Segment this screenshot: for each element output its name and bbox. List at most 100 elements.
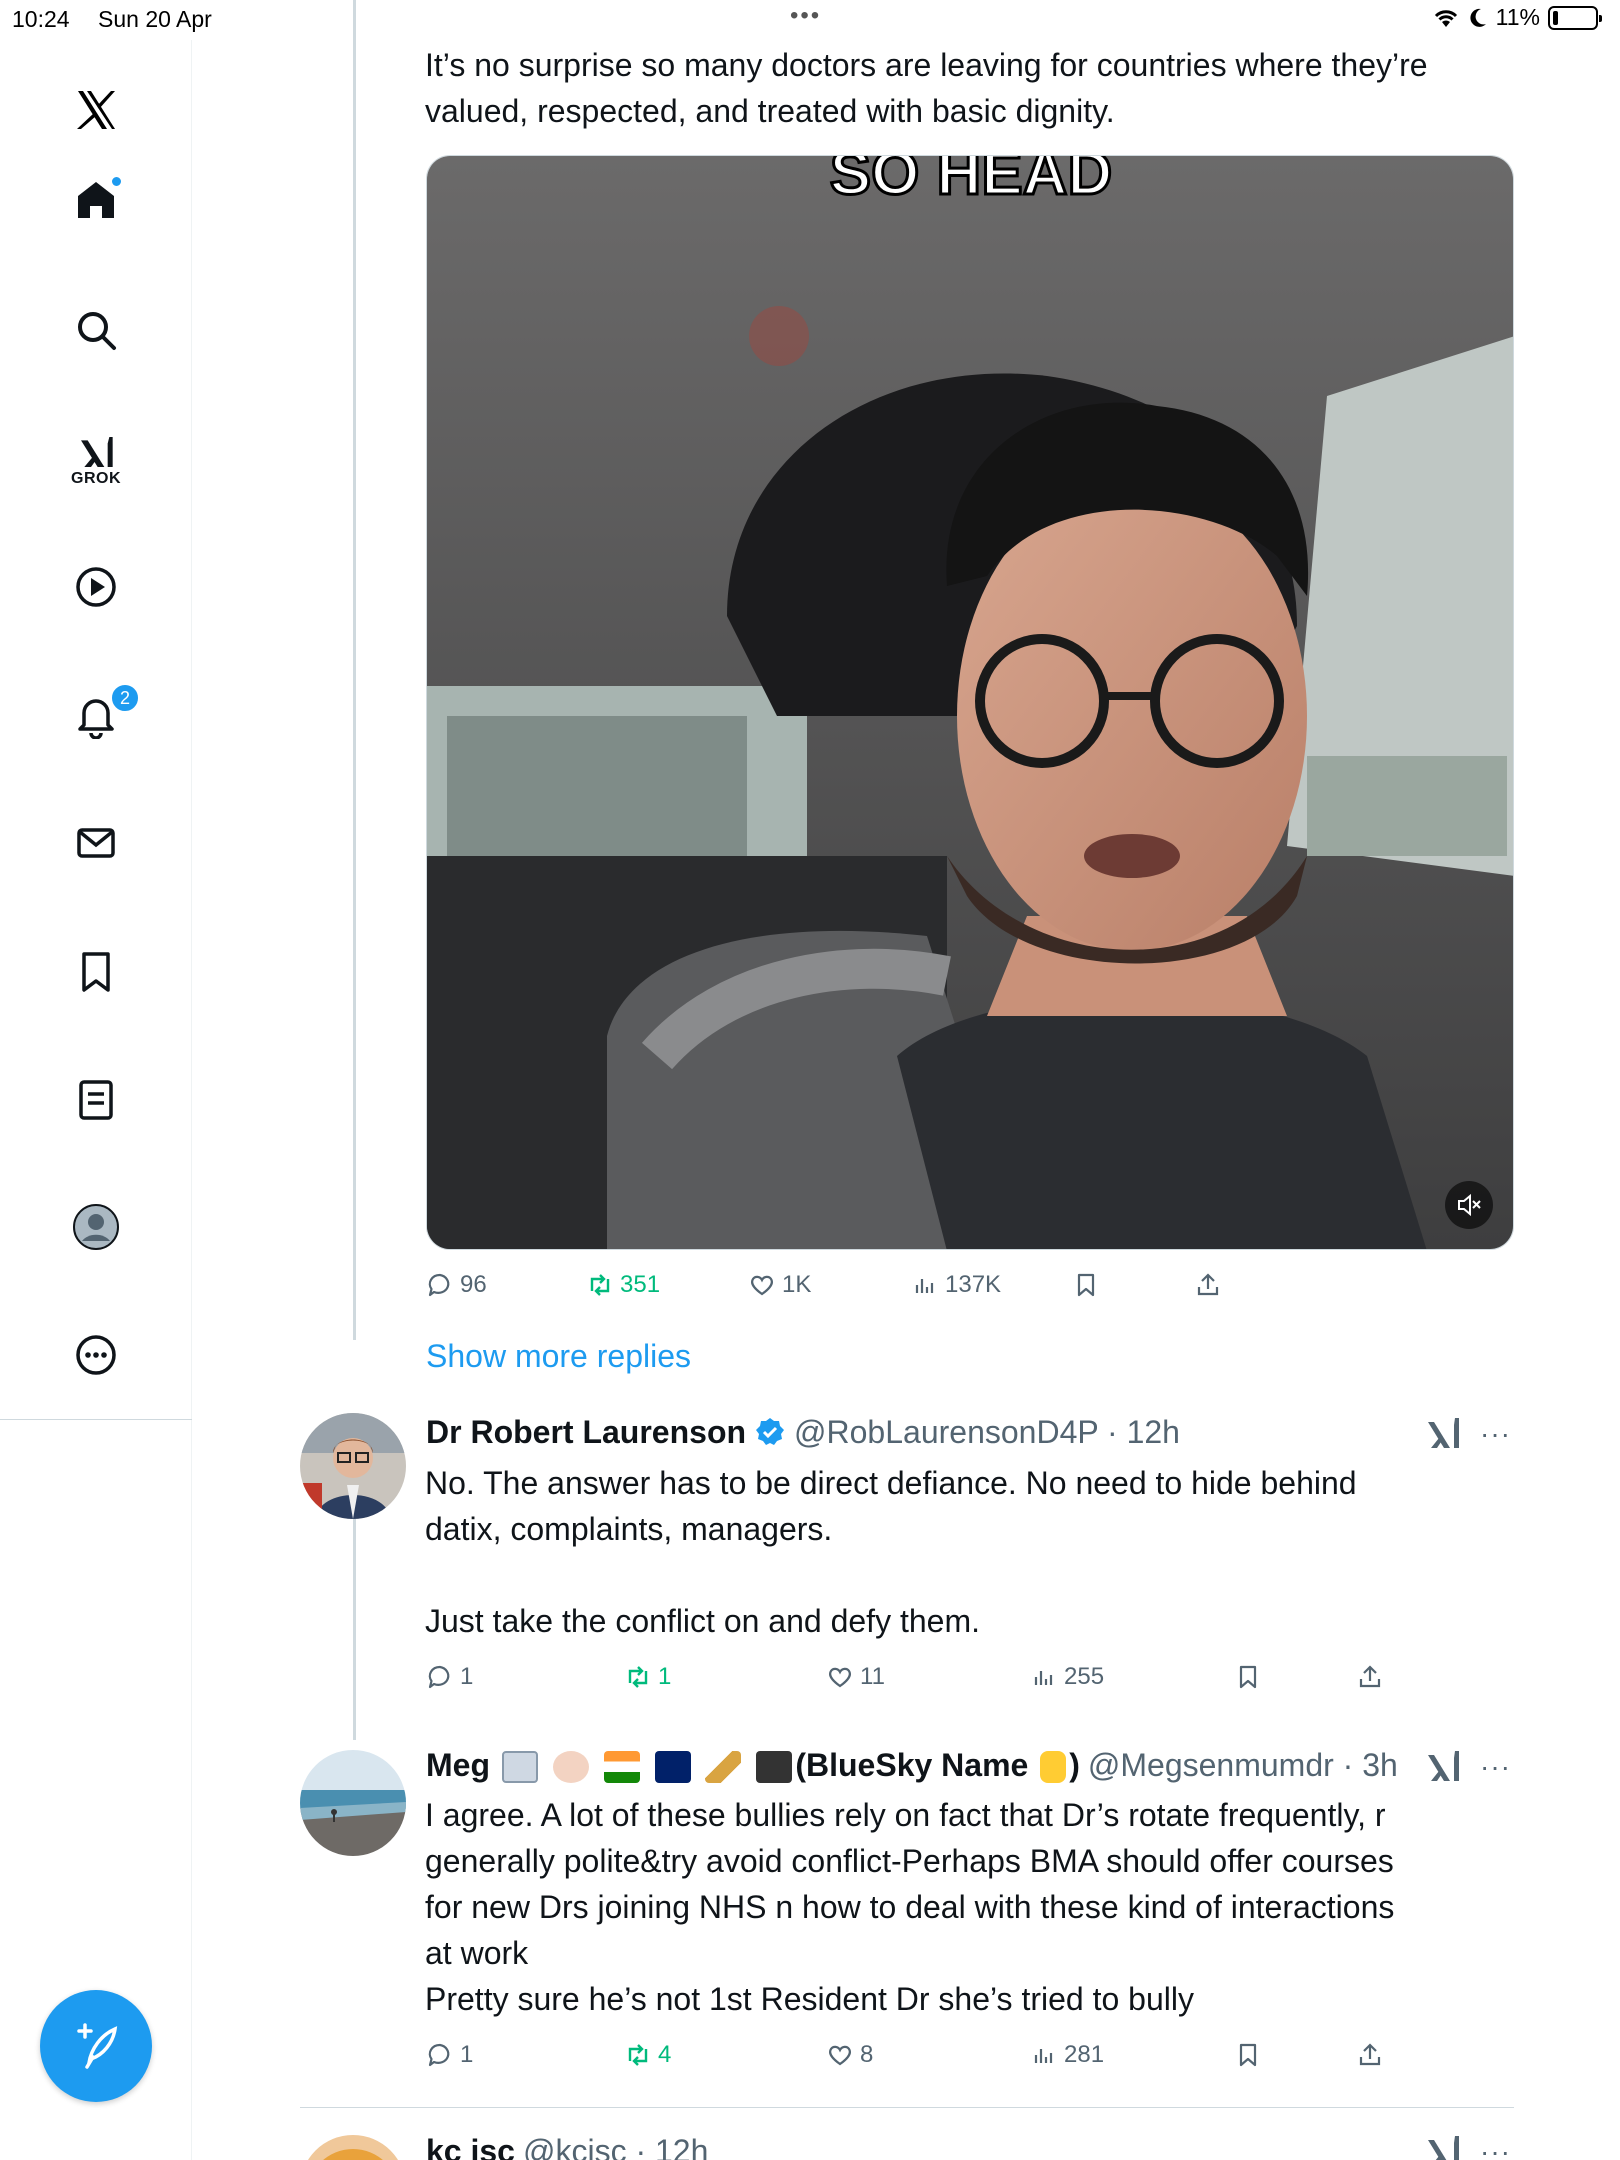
lists-icon[interactable] bbox=[56, 1060, 136, 1140]
moon-icon bbox=[1470, 8, 1486, 27]
author-handle-time[interactable]: @kcisc · 12h bbox=[523, 2133, 708, 2160]
reply-text: No. The answer has to be direct defiance… bbox=[425, 1465, 1357, 1639]
search-icon[interactable] bbox=[56, 290, 136, 370]
post-more-options-icon[interactable]: ··· bbox=[1480, 2136, 1511, 2160]
avatar-photo bbox=[300, 1413, 406, 1519]
reply-button[interactable]: 1 bbox=[426, 2035, 473, 2075]
grok-icon[interactable]: GROK bbox=[56, 420, 136, 500]
tweet-video[interactable]: SO HEAD bbox=[426, 155, 1514, 1250]
mute-toggle[interactable] bbox=[1445, 1181, 1493, 1229]
reply-header: Meg (BlueSky Name ) @Megsenmumdr · 3h bbox=[426, 1742, 1398, 1788]
like-button[interactable]: 11 bbox=[826, 1657, 885, 1697]
retweet-button[interactable]: 4 bbox=[624, 2035, 671, 2075]
post-divider bbox=[300, 2107, 1514, 2108]
avatar[interactable] bbox=[300, 2135, 406, 2160]
bookmark-icon bbox=[1239, 1665, 1257, 1689]
avatar[interactable] bbox=[300, 1750, 406, 1856]
bookmarks-icon[interactable] bbox=[56, 932, 136, 1012]
bookmark-icon bbox=[1239, 2043, 1257, 2067]
india-flag-icon bbox=[603, 1751, 640, 1784]
verified-badge-icon bbox=[756, 1418, 785, 1445]
like-count: 8 bbox=[860, 2041, 874, 2068]
speaker-muted-icon bbox=[1458, 1193, 1481, 1217]
home-new-dot bbox=[110, 175, 123, 188]
avatar[interactable] bbox=[300, 1413, 406, 1519]
reply-text: I agree. A lot of these bullies rely on … bbox=[425, 1797, 1395, 2017]
battery-icon bbox=[1548, 5, 1602, 30]
profile-avatar-icon[interactable] bbox=[56, 1187, 136, 1267]
post-more-options-icon[interactable]: ··· bbox=[1480, 1418, 1511, 1450]
reply-bubble-icon bbox=[428, 1665, 450, 1689]
views-chart-icon bbox=[915, 1279, 934, 1293]
bookmark-button[interactable] bbox=[1234, 2035, 1262, 2075]
woman-health-worker-emoji-icon bbox=[552, 1751, 589, 1784]
retweet-button[interactable]: 1 bbox=[624, 1657, 671, 1697]
multitasking-dots-icon[interactable]: ••• bbox=[790, 2, 821, 30]
reply-header: Dr Robert Laurenson @RobLaurensonD4P · 1… bbox=[426, 1409, 1180, 1455]
pointing-down-emoji-icon bbox=[1040, 1751, 1067, 1784]
grok-explain-icon[interactable] bbox=[1424, 2132, 1462, 2160]
avatar-photo bbox=[300, 2135, 406, 2160]
show-more-replies-link[interactable]: Show more replies bbox=[426, 1338, 691, 1375]
wifi-icon bbox=[1434, 9, 1457, 27]
retweet-icon bbox=[628, 2044, 648, 2066]
author-name[interactable]: Dr Robert Laurenson bbox=[426, 1414, 746, 1451]
bookmark-button[interactable] bbox=[1072, 1265, 1100, 1305]
status-time: 10:24 bbox=[12, 6, 70, 32]
compose-post-button[interactable] bbox=[40, 1990, 152, 2102]
reply-count: 1 bbox=[460, 2041, 474, 2068]
retweet-button[interactable]: 351 bbox=[586, 1265, 660, 1305]
video-frame: SO HEAD bbox=[427, 156, 1513, 1249]
reply-bubble-icon bbox=[428, 1273, 450, 1297]
share-button[interactable] bbox=[1356, 2035, 1384, 2075]
author-handle-time[interactable]: @Megsenmumdr · 3h bbox=[1088, 1747, 1398, 1784]
share-button[interactable] bbox=[1194, 1265, 1222, 1305]
views-button[interactable]: 137K bbox=[911, 1265, 1001, 1305]
avatar-photo bbox=[300, 1750, 406, 1856]
views-button[interactable]: 281 bbox=[1030, 2035, 1104, 2075]
bookmark-button[interactable] bbox=[1234, 1657, 1262, 1697]
share-button[interactable] bbox=[1356, 1657, 1384, 1697]
views-button[interactable]: 255 bbox=[1030, 1657, 1104, 1697]
reply-count: 96 bbox=[460, 1271, 487, 1298]
grok-explain-icon[interactable] bbox=[1424, 1414, 1462, 1452]
home-icon[interactable] bbox=[56, 160, 136, 240]
like-button[interactable]: 8 bbox=[826, 2035, 873, 2075]
tweet-text: It’s no surprise so many doctors are lea… bbox=[425, 47, 1428, 129]
thread-connector-line bbox=[353, 1505, 356, 1740]
cricket-emoji-icon bbox=[705, 1751, 742, 1784]
reply-button[interactable]: 1 bbox=[426, 1657, 473, 1697]
author-name[interactable]: kc isc bbox=[426, 2133, 515, 2160]
retweet-count: 1 bbox=[658, 1663, 672, 1690]
view-count: 137K bbox=[945, 1271, 1002, 1298]
messages-envelope-icon[interactable] bbox=[56, 803, 136, 883]
like-count: 11 bbox=[860, 1663, 885, 1690]
grok-label: GROK bbox=[71, 470, 121, 487]
like-button[interactable]: 1K bbox=[748, 1265, 811, 1305]
sidebar: GROK 2 bbox=[0, 40, 192, 1420]
notifications-bell-icon[interactable]: 2 bbox=[56, 675, 140, 755]
author-name[interactable]: Meg (BlueSky Name ) bbox=[426, 1747, 1080, 1784]
x-logo-icon[interactable] bbox=[56, 70, 136, 150]
tweet-actions: 96 351 1K 137K bbox=[426, 1265, 1526, 1305]
more-options-icon[interactable] bbox=[56, 1315, 136, 1395]
thread-connector-line bbox=[353, 0, 356, 1340]
retweet-icon bbox=[590, 1274, 610, 1296]
like-count: 1K bbox=[782, 1271, 812, 1298]
retweet-count: 351 bbox=[620, 1271, 661, 1298]
reply-actions: 1 1 11 255 bbox=[426, 1657, 1526, 1697]
status-bar: 10:24 Sun 20 Apr ••• 11% bbox=[0, 0, 1620, 40]
author-handle-time[interactable]: @RobLaurensonD4P · 12h bbox=[794, 1414, 1180, 1451]
heart-icon bbox=[829, 2045, 851, 2066]
video-play-icon[interactable] bbox=[56, 547, 136, 627]
share-icon bbox=[1197, 1273, 1219, 1296]
heart-icon bbox=[751, 1275, 773, 1296]
retweet-icon bbox=[628, 1666, 648, 1688]
reply-count: 1 bbox=[460, 1663, 474, 1690]
retweet-count: 4 bbox=[658, 2041, 672, 2068]
reply-actions: 1 4 8 281 bbox=[426, 2035, 1526, 2075]
grok-explain-icon[interactable] bbox=[1424, 1747, 1462, 1785]
reply-button[interactable]: 96 bbox=[426, 1265, 487, 1305]
status-right: 11% bbox=[1432, 4, 1602, 31]
post-more-options-icon[interactable]: ··· bbox=[1480, 1751, 1511, 1783]
